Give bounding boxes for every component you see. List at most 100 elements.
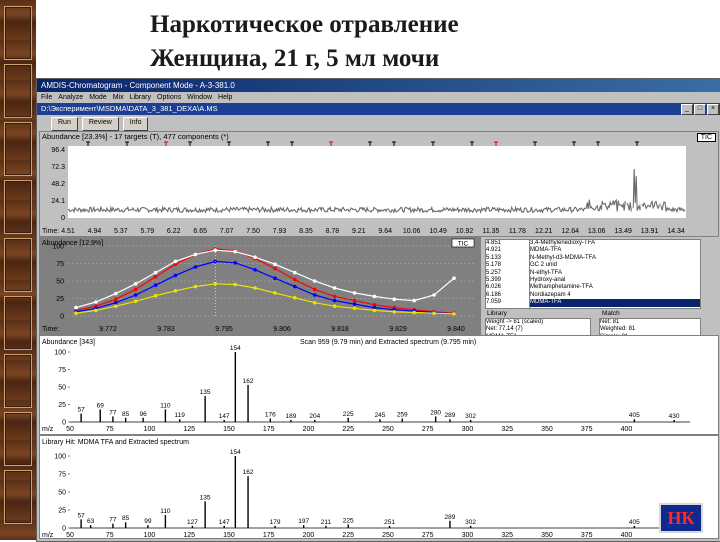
tic-time-tick: 12.64 <box>561 228 579 235</box>
ion-series-135-point <box>332 304 337 308</box>
ion-series-110-point <box>432 293 436 297</box>
time-list[interactable]: 4.851 4.921 5.133 5.178 5.257 5.399 6.026 6.186… <box>485 239 531 309</box>
target-marker <box>290 141 294 146</box>
component-list-item[interactable]: N-Methyl-d3-MDMA-TFA <box>530 255 700 262</box>
ion-series-135-point <box>113 304 118 308</box>
spectrum-peak-label: 77 <box>109 517 117 524</box>
tic-time-tick: 6.22 <box>167 228 181 235</box>
target-marker <box>431 141 435 146</box>
spectrum-ytick-label: 25 <box>58 508 66 515</box>
component-list[interactable]: 3,4-Methylenedioxy-TFA MDMA-TFA N-Methyl-d… <box>529 239 701 309</box>
wood-border <box>0 0 36 540</box>
spectrum-peak-label: 280 <box>430 409 441 416</box>
menu-item-mix[interactable]: Mix <box>113 94 124 101</box>
spectrum-xtick-label: 400 <box>621 532 633 538</box>
component-list-item[interactable]: 3,4-Methylenedioxy-TFA <box>530 240 700 247</box>
spectrum-peak-label: 110 <box>160 402 171 409</box>
spectrum-chart-1[interactable]: Abundance [343] Scan 959 (9.79 min) and E… <box>40 336 718 434</box>
menu-item-analyze[interactable]: Analyze <box>58 94 83 101</box>
spectrum-xtick-label: 150 <box>223 532 235 538</box>
menu-item-options[interactable]: Options <box>157 94 181 101</box>
spectrum-xtick-label: 275 <box>422 532 434 538</box>
tic-time-tick: 13.06 <box>588 228 606 235</box>
component-list-item[interactable]: N-ethyl-TFA <box>530 270 700 277</box>
component-list-item[interactable]: Methamphetamine-TFA <box>530 284 700 291</box>
menu-item-library[interactable]: Library <box>130 94 151 101</box>
target-marker <box>635 141 639 146</box>
match-list-item[interactable]: Weighted: 81 <box>600 326 700 333</box>
wood-tile <box>4 354 32 408</box>
spectrum-peak-label: 57 <box>78 512 86 519</box>
ion-series-162-point <box>293 284 297 289</box>
tic-time-tick: 12.21 <box>535 228 553 235</box>
ion-series-110-line <box>75 249 455 309</box>
library-list-item[interactable]: Weight -> 81 (scaled) <box>486 319 590 326</box>
spectrum-xtick-label: 175 <box>263 426 275 433</box>
toolbar: Run Review Info <box>37 115 720 131</box>
time-list-item[interactable]: 5.178 <box>486 262 530 269</box>
component-list-item[interactable]: Hydroxy-anal <box>530 277 700 284</box>
maximize-button[interactable]: □ <box>694 104 706 115</box>
match-list-item[interactable]: Net: 81 <box>600 319 700 326</box>
nk-badge: НК <box>659 503 703 533</box>
run-button[interactable]: Run <box>51 117 78 131</box>
library-list-item[interactable]: Net: 77.14 (7) <box>486 326 590 333</box>
time-list-item[interactable]: 5.399 <box>486 277 530 284</box>
tic-ytick-label: 48.2 <box>51 181 65 188</box>
spectrum-peak-label: 405 <box>629 412 640 419</box>
spectrum-header: Abundance [343] <box>42 339 95 346</box>
menu-item-window[interactable]: Window <box>187 94 212 101</box>
spectrum-xtick-label: 400 <box>621 426 633 433</box>
review-button[interactable]: Review <box>81 117 119 131</box>
spectrum-xtick-label: 325 <box>501 532 513 538</box>
time-list-item[interactable]: 4.921 <box>486 247 530 254</box>
time-list-item[interactable]: 5.257 <box>486 270 530 277</box>
tic-time-tick: 6.65 <box>193 228 207 235</box>
tic-time-tick: 14.34 <box>667 228 685 235</box>
tic-time-label: Time: <box>42 228 59 235</box>
info-button[interactable]: Info <box>122 117 149 131</box>
spectrum-chart-2[interactable]: Library Hit: MDMA TFA and Extracted spec… <box>40 436 718 538</box>
close-button[interactable]: × <box>707 104 719 115</box>
file-title: D:\Эксперимент\MSDMA\DATA_3_381_DEXA\A.M… <box>41 104 218 113</box>
ion-series-135-point <box>392 310 397 314</box>
ion-time-label: Time: <box>42 326 59 333</box>
component-list-item[interactable]: Nordiazepam 4 <box>530 292 700 299</box>
spectrum-peak-label: 245 <box>375 412 386 419</box>
slide-title-line1: Наркотическое отравление <box>150 11 459 38</box>
time-list-item[interactable]: 7.059 <box>486 299 530 306</box>
minimize-button[interactable]: _ <box>681 104 693 115</box>
spectrum-peak-label: 69 <box>97 402 105 409</box>
target-marker <box>125 141 129 146</box>
spectrum-xtick-label: 125 <box>183 426 195 433</box>
match-label: Match <box>602 310 620 317</box>
menu-item-mode[interactable]: Mode <box>89 94 107 101</box>
ion-series-135-point <box>372 308 377 313</box>
spectrum-peak-label: 85 <box>122 515 130 522</box>
ion-series-110-point <box>193 252 198 257</box>
target-marker <box>86 141 90 146</box>
time-list-item[interactable]: 6.026 <box>486 284 530 291</box>
menu-item-help[interactable]: Help <box>218 94 232 101</box>
ion-chart[interactable]: Abundance [12.9%] TIC1007550250Time: 9.772… <box>40 238 480 334</box>
ion-series-162-point <box>173 273 178 278</box>
tic-time-tick: 13.49 <box>614 228 632 235</box>
wood-tile <box>4 122 32 176</box>
time-list-item[interactable]: 4.851 <box>486 240 530 247</box>
spectrum-peak-label: 162 <box>243 378 254 385</box>
ion-series-110-point <box>153 270 158 275</box>
component-list-item[interactable]: MDMA-TFA <box>530 247 700 254</box>
spectrum-header: Library Hit: MDMA TFA and Extracted spec… <box>42 439 189 446</box>
spectrum-peak-label: 197 <box>298 518 309 525</box>
tic-time-tick: 4.94 <box>88 228 102 235</box>
time-list-item[interactable]: 5.133 <box>486 255 530 262</box>
spectrum-xtick-label: 150 <box>223 426 235 433</box>
menu-item-file[interactable]: File <box>41 94 52 101</box>
component-list-item[interactable]: MDMA-TFA <box>530 299 700 307</box>
component-list-item[interactable]: GC 2 unid <box>530 262 700 269</box>
ion-series-135-point <box>74 311 78 315</box>
time-list-item[interactable]: 6.186 <box>486 292 530 299</box>
tic-time-tick: 11.78 <box>509 228 526 235</box>
ion-series-110-point <box>273 262 277 266</box>
tic-chart[interactable]: 96.4 72.3 48.2 24.1 0Time: 4.51 4.94 5.37 5.79 6.… <box>40 132 718 236</box>
